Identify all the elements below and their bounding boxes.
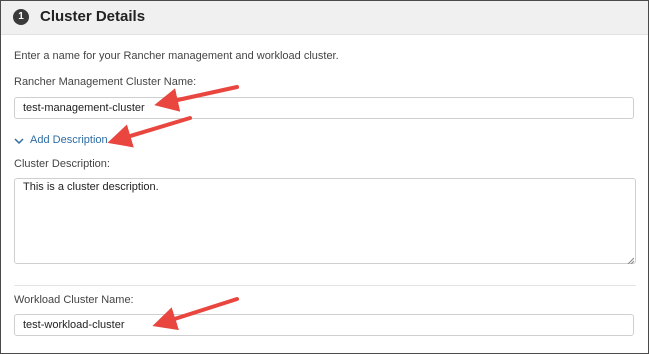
annotation-arrow (154, 85, 239, 112)
cluster-details-panel: 1 Cluster Details Enter a name for your … (0, 0, 649, 354)
annotation-arrow (152, 297, 239, 331)
annotation-arrows (107, 85, 239, 331)
annotation-arrow (107, 116, 192, 148)
